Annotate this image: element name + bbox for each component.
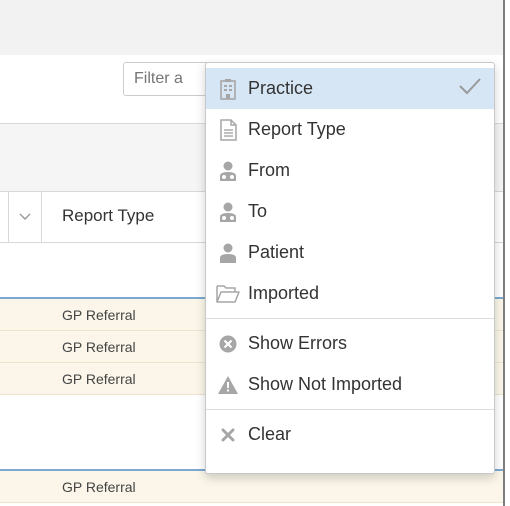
column-header-report-type[interactable]: Report Type: [62, 206, 154, 226]
report-type-cell: GP Referral: [62, 371, 136, 387]
menu-item-practice[interactable]: Practice: [206, 68, 494, 109]
user-group-icon: [216, 159, 240, 183]
menu-item-to[interactable]: To: [206, 191, 494, 232]
folder-open-icon: [216, 282, 240, 306]
menu-item-label: Imported: [248, 283, 320, 303]
menu-item-label: To: [248, 201, 268, 221]
top-toolbar: [0, 0, 503, 55]
menu-item-clear[interactable]: Clear: [206, 414, 494, 455]
warning-icon: [216, 373, 240, 397]
chevron-down-icon: [19, 213, 31, 220]
menu-item-from[interactable]: From: [206, 150, 494, 191]
menu-item-show-errors[interactable]: Show Errors: [206, 323, 494, 364]
menu-item-imported[interactable]: Imported: [206, 273, 494, 314]
menu-item-patient[interactable]: Patient: [206, 232, 494, 273]
menu-item-label: Report Type: [248, 119, 346, 139]
building-icon: [216, 77, 240, 101]
checkmark-icon: [459, 78, 481, 95]
row-group: GP Referral: [0, 469, 503, 503]
sort-toggle[interactable]: [8, 192, 42, 242]
panel-edge: [503, 0, 510, 506]
menu-item-report-type[interactable]: Report Type: [206, 109, 494, 150]
menu-item-label: Clear: [248, 424, 292, 444]
report-type-cell: GP Referral: [62, 479, 136, 495]
clear-x-icon: [216, 423, 240, 447]
document-icon: [216, 118, 240, 142]
menu-item-label: Patient: [248, 242, 305, 262]
user-group-icon: [216, 200, 240, 224]
menu-item-label: From: [248, 160, 290, 180]
report-type-cell: GP Referral: [62, 307, 136, 323]
error-circle-icon: [216, 332, 240, 356]
report-type-cell: GP Referral: [62, 339, 136, 355]
filter-dropdown-menu: Practice Report Type From To Patient Imp…: [205, 62, 495, 474]
menu-item-label: Show Not Imported: [248, 374, 403, 394]
menu-divider: [206, 318, 494, 319]
table-row[interactable]: GP Referral: [0, 471, 503, 503]
menu-item-label: Show Errors: [248, 333, 348, 353]
menu-divider: [206, 409, 494, 410]
menu-item-show-not-imported[interactable]: Show Not Imported: [206, 364, 494, 405]
user-icon: [216, 241, 240, 265]
menu-item-label: Practice: [248, 78, 314, 98]
